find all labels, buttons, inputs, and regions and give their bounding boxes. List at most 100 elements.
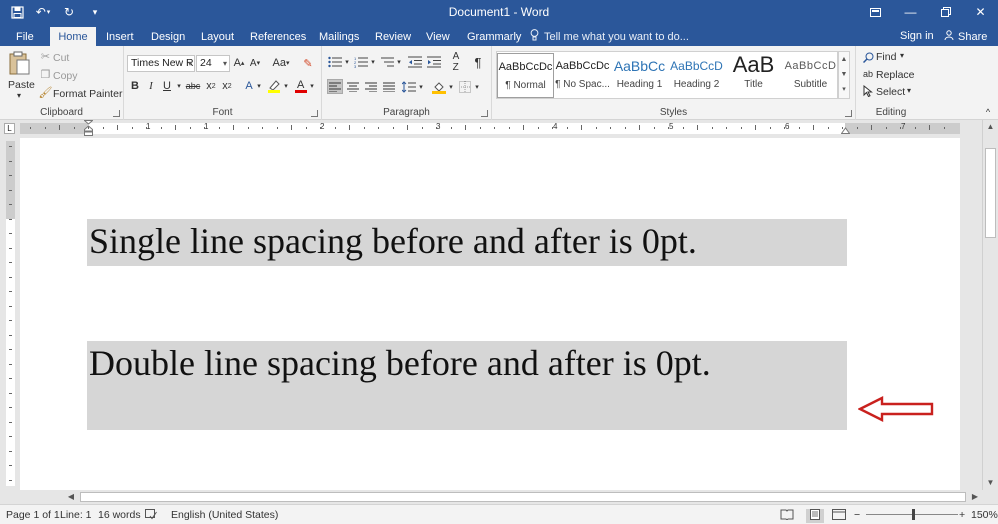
grow-font-icon[interactable]: A ▴	[232, 55, 246, 71]
tab-home[interactable]: Home	[50, 27, 96, 46]
highlight-icon[interactable]	[266, 78, 282, 94]
horizontal-scroll-thumb[interactable]	[80, 492, 966, 502]
find-button[interactable]: Find	[876, 51, 896, 63]
collapse-ribbon-icon[interactable]: ^	[982, 106, 994, 118]
font-color-dropdown-icon[interactable]: ▾	[308, 79, 316, 93]
replace-button[interactable]: Replace	[876, 69, 915, 81]
highlight-dropdown-icon[interactable]: ▾	[282, 79, 290, 93]
align-center-icon[interactable]	[345, 79, 361, 94]
numbering-dropdown-icon[interactable]: ▾	[369, 55, 377, 69]
scroll-down-icon[interactable]: ▼	[983, 476, 998, 490]
find-dropdown-icon[interactable]: ▾	[900, 51, 904, 60]
close-icon[interactable]: ✕	[963, 0, 998, 24]
multilevel-dropdown-icon[interactable]: ▾	[395, 55, 403, 69]
show-formatting-marks-icon[interactable]: ¶	[471, 55, 485, 70]
zoom-level[interactable]: 150%	[971, 509, 998, 521]
paragraph-single-spacing[interactable]: Single line spacing before and after is …	[87, 219, 847, 266]
sign-in-link[interactable]: Sign in	[900, 30, 934, 42]
paste-button[interactable]: Paste	[8, 79, 35, 91]
restore-icon[interactable]	[928, 0, 963, 24]
styles-launcher-icon[interactable]	[845, 110, 852, 117]
line-spacing-dropdown-icon[interactable]: ▾	[417, 79, 425, 94]
copy-button[interactable]: Copy	[53, 70, 78, 82]
font-name-combo[interactable]: Times New R ▾	[127, 55, 195, 72]
borders-dropdown-icon[interactable]: ▾	[473, 79, 481, 94]
format-painter-button[interactable]: Format Painter	[53, 88, 122, 100]
clear-formatting-icon[interactable]: ✎	[300, 55, 316, 71]
change-case-icon[interactable]: Aa ▾	[270, 55, 292, 71]
cut-button[interactable]: Cut	[53, 52, 69, 64]
font-color-icon[interactable]: A	[294, 77, 308, 93]
scroll-right-icon[interactable]: ▶	[968, 490, 982, 504]
select-dropdown-icon[interactable]: ▾	[907, 86, 911, 95]
share-button[interactable]: Share	[944, 30, 987, 43]
strikethrough-icon[interactable]: abc	[186, 79, 201, 93]
bold-icon[interactable]: B	[129, 79, 141, 93]
superscript-icon[interactable]: x2	[220, 79, 234, 93]
select-button[interactable]: Select	[876, 86, 905, 98]
proofing-icon[interactable]	[145, 509, 157, 523]
minimize-icon[interactable]: —	[893, 0, 928, 24]
font-launcher-icon[interactable]	[311, 110, 318, 117]
zoom-slider-thumb[interactable]	[912, 509, 915, 520]
styles-gallery-scroll[interactable]: ▲ ▼ ▾	[838, 51, 850, 99]
bullets-icon[interactable]	[327, 55, 343, 69]
tab-mailings[interactable]: Mailings	[313, 27, 365, 46]
style-title[interactable]: AaB Title	[725, 53, 782, 98]
multilevel-list-icon[interactable]	[379, 55, 395, 69]
font-size-combo[interactable]: 24 ▾	[196, 55, 230, 72]
tell-me-box[interactable]: Tell me what you want to do...	[530, 27, 689, 46]
paste-dropdown-icon[interactable]: ▾	[17, 91, 21, 100]
subscript-icon[interactable]: x2	[204, 79, 218, 93]
print-layout-icon[interactable]	[806, 509, 824, 523]
tab-selector[interactable]: L	[4, 123, 15, 134]
clipboard-launcher-icon[interactable]	[113, 110, 120, 117]
italic-icon[interactable]: I	[145, 79, 157, 93]
decrease-indent-icon[interactable]	[407, 55, 423, 69]
paragraph-double-spacing[interactable]: Double line spacing before and after is …	[87, 341, 847, 430]
word-count-status[interactable]: 16 words	[98, 509, 141, 521]
style-subtitle[interactable]: AaBbCcD Subtitle	[782, 53, 839, 98]
numbering-icon[interactable]: 123	[353, 55, 369, 69]
underline-icon[interactable]: U	[161, 79, 173, 93]
vertical-scroll-thumb[interactable]	[985, 148, 996, 238]
underline-dropdown-icon[interactable]: ▾	[175, 79, 183, 93]
justify-icon[interactable]	[381, 79, 397, 94]
style-no-spacing[interactable]: AaBbCcDc ¶ No Spac...	[554, 53, 611, 98]
tab-design[interactable]: Design	[145, 27, 191, 46]
sort-icon[interactable]: AZ	[448, 51, 464, 73]
tab-view[interactable]: View	[420, 27, 456, 46]
style-heading-2[interactable]: AaBbCcD Heading 2	[668, 53, 725, 98]
web-layout-icon[interactable]	[832, 509, 846, 523]
shrink-font-icon[interactable]: A ▾	[248, 55, 262, 71]
align-right-icon[interactable]	[363, 79, 379, 94]
line-spacing-icon[interactable]	[401, 79, 417, 94]
tab-review[interactable]: Review	[369, 27, 417, 46]
document-page[interactable]: Single line spacing before and after is …	[20, 138, 960, 490]
ruler-text-area[interactable]	[88, 123, 845, 134]
vertical-scrollbar[interactable]: ▲ ▼	[982, 120, 998, 490]
scroll-left-icon[interactable]: ◀	[64, 490, 78, 504]
tab-references[interactable]: References	[244, 27, 312, 46]
borders-icon[interactable]	[457, 79, 473, 94]
tab-file[interactable]: File	[10, 27, 40, 46]
tab-grammarly[interactable]: Grammarly	[461, 27, 527, 46]
zoom-in-icon[interactable]: +	[959, 509, 965, 521]
language-status[interactable]: English (United States)	[171, 509, 278, 521]
shading-icon[interactable]	[431, 79, 447, 94]
bullets-dropdown-icon[interactable]: ▾	[343, 55, 351, 69]
style-heading-1[interactable]: AaBbCc Heading 1	[611, 53, 668, 98]
zoom-out-icon[interactable]: −	[854, 509, 860, 521]
horizontal-scrollbar[interactable]: ◀ ▶	[64, 490, 982, 504]
text-effects-icon[interactable]: A	[242, 79, 256, 93]
style-normal[interactable]: AaBbCcDc ¶ Normal	[497, 53, 554, 98]
tab-insert[interactable]: Insert	[100, 27, 140, 46]
increase-indent-icon[interactable]	[426, 55, 442, 69]
text-effects-dropdown-icon[interactable]: ▾	[255, 79, 263, 93]
tab-layout[interactable]: Layout	[195, 27, 240, 46]
shading-dropdown-icon[interactable]: ▾	[447, 79, 455, 94]
paragraph-launcher-icon[interactable]	[481, 110, 488, 117]
ribbon-display-options-icon[interactable]	[858, 0, 893, 24]
page-count-status[interactable]: Page 1 of 1	[6, 509, 60, 521]
read-mode-icon[interactable]	[780, 509, 794, 523]
